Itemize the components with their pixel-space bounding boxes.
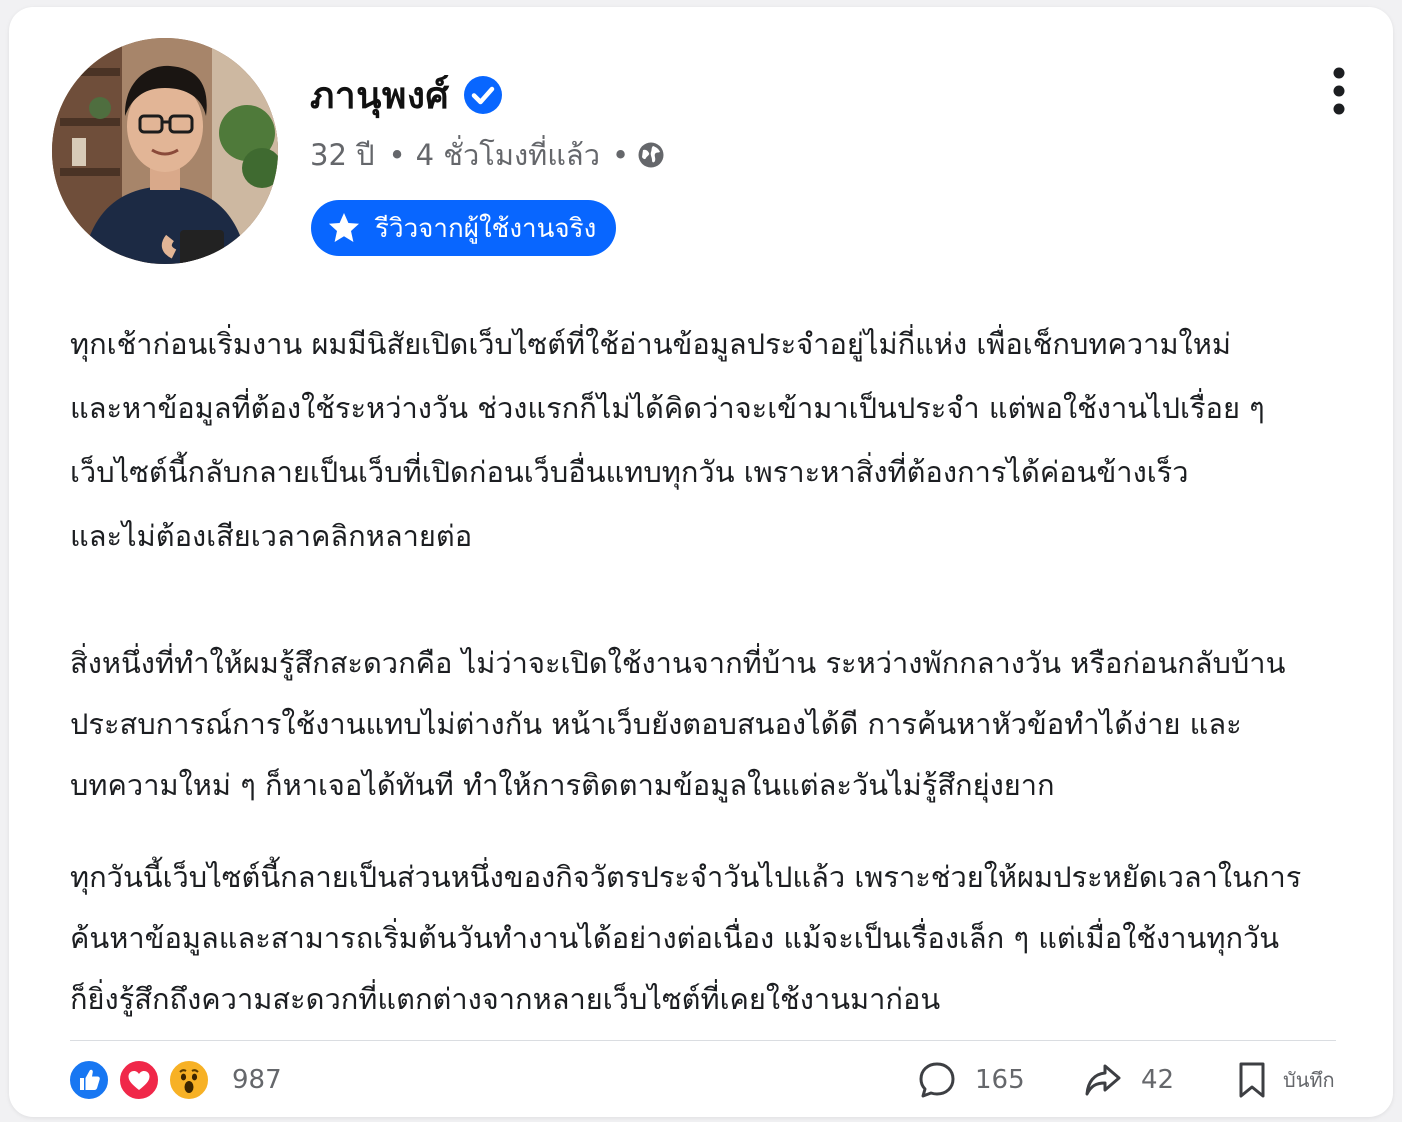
footer-divider (70, 1040, 1336, 1041)
post-line: ประสบการณ์การใช้งานแทบไม่ต่างกัน หน้าเว็… (70, 707, 1242, 741)
avatar[interactable] (52, 38, 278, 264)
share-button[interactable]: 42 (1083, 1059, 1174, 1101)
post-line: บทความใหม่ ๆ ก็หาเจอได้ทันที ทำให้การติด… (70, 768, 1055, 802)
post-card: ภานุพงศ์ 32 ปี • 4 ชั่วโมงที่แล้ว • รีวิ (9, 7, 1393, 1117)
author-name[interactable]: ภานุพงศ์ (310, 66, 449, 125)
star-icon (327, 211, 361, 245)
author-row: ภานุพงศ์ (310, 65, 503, 125)
post-paragraph: สิ่งหนึ่งที่ทำให้ผมรู้สึกสะดวกคือ ไม่ว่า… (70, 633, 1345, 816)
post-timestamp[interactable]: 4 ชั่วโมงที่แล้ว (416, 132, 600, 178)
post-meta: 32 ปี • 4 ชั่วโมงที่แล้ว • (310, 133, 665, 177)
save-label: บันทึก (1283, 1068, 1335, 1092)
post-line: ก็ยิ่งรู้สึกถึงความสะดวกที่แตกต่างจากหลา… (70, 982, 941, 1016)
comment-button[interactable]: 165 (917, 1059, 1025, 1101)
badge-label: รีวิวจากผู้ใช้งานจริง (375, 213, 597, 244)
post-line: และไม่ต้องเสียเวลาคลิกหลายต่อ (70, 519, 473, 553)
wow-icon (168, 1059, 210, 1101)
more-vertical-icon (1333, 67, 1345, 115)
post-paragraph: ทุกเช้าก่อนเริ่มงาน ผมมีนิสัยเปิดเว็บไซต… (70, 312, 1345, 568)
post-line: ค้นหาข้อมูลและสามารถเริ่มต้นวันทำงานได้อ… (70, 921, 1280, 955)
post-line: และหาข้อมูลที่ต้องใช้ระหว่างวัน ช่วงแรกก… (70, 391, 1265, 425)
author-age: 32 ปี (310, 138, 375, 172)
post-line: ทุกเช้าก่อนเริ่มงาน ผมมีนิสัยเปิดเว็บไซต… (70, 327, 1231, 361)
post-line: ทุกวันนี้เว็บไซต์นี้กลายเป็นส่วนหนึ่งของ… (70, 860, 1302, 894)
bookmark-icon (1239, 1062, 1265, 1098)
globe-icon (637, 141, 665, 169)
reactions-summary[interactable]: 987 (68, 1059, 282, 1101)
reaction-count: 987 (232, 1065, 282, 1095)
post-line: สิ่งหนึ่งที่ทำให้ผมรู้สึกสะดวกคือ ไม่ว่า… (70, 646, 1286, 680)
love-icon (118, 1059, 160, 1101)
like-icon (68, 1059, 110, 1101)
post-paragraph: ทุกวันนี้เว็บไซต์นี้กลายเป็นส่วนหนึ่งของ… (70, 847, 1345, 1030)
share-count: 42 (1141, 1065, 1175, 1095)
verified-review-badge[interactable]: รีวิวจากผู้ใช้งานจริง (311, 200, 617, 256)
meta-separator: • (612, 138, 630, 172)
meta-separator: • (388, 138, 406, 172)
share-icon (1085, 1064, 1121, 1096)
post-line: เว็บไซต์นี้กลับกลายเป็นเว็บที่เปิดก่อนเว… (70, 455, 1189, 489)
verified-badge-icon (463, 75, 503, 115)
comment-count: 165 (975, 1065, 1025, 1095)
save-button[interactable]: บันทึก (1237, 1059, 1335, 1101)
more-options-button[interactable] (1319, 63, 1359, 119)
comment-icon (919, 1062, 955, 1098)
